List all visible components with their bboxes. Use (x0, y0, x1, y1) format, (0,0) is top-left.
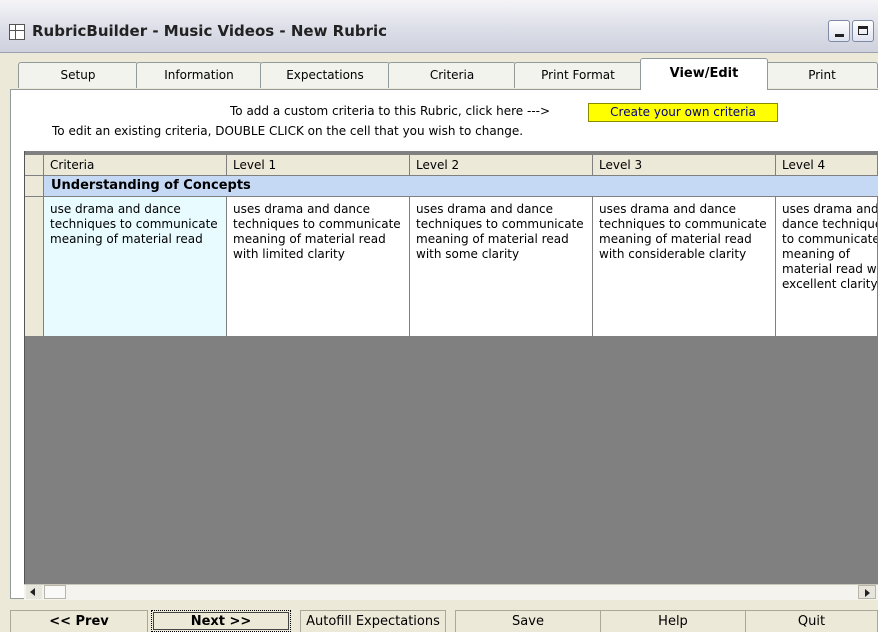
scroll-left-button[interactable] (26, 585, 42, 599)
arrow-right-icon (865, 589, 870, 597)
scroll-right-button[interactable] (858, 585, 876, 599)
column-header-level-2[interactable]: Level 2 (410, 155, 593, 176)
level-1-cell[interactable]: uses drama and dance techniques to commu… (227, 197, 410, 337)
save-button[interactable]: Save (455, 610, 601, 632)
prev-button[interactable]: << Prev (10, 610, 148, 632)
level-4-cell-text: uses drama and dance techniques to commu… (782, 202, 878, 291)
autofill-expectations-button[interactable]: Autofill Expectations (300, 610, 446, 632)
tab-information[interactable]: Information (136, 62, 262, 88)
row-header (25, 176, 44, 196)
minimize-icon (835, 34, 844, 37)
tab-print-format[interactable]: Print Format (514, 62, 642, 88)
window-title: RubricBuilder - Music Videos - New Rubri… (32, 22, 388, 40)
quit-button[interactable]: Quit (745, 610, 878, 632)
grid-corner (25, 155, 44, 176)
instruction-edit-criteria: To edit an existing criteria, DOUBLE CLI… (52, 124, 524, 138)
maximize-button[interactable] (852, 20, 874, 42)
section-label: Understanding of Concepts (51, 178, 251, 193)
maximize-icon (858, 26, 868, 35)
column-header-level-3[interactable]: Level 3 (593, 155, 776, 176)
column-header-level-4[interactable]: Level 4 (776, 155, 878, 176)
tab-expectations[interactable]: Expectations (260, 62, 390, 88)
minimize-button[interactable] (828, 20, 850, 42)
create-criteria-button[interactable]: Create your own criteria (588, 103, 778, 122)
scroll-thumb[interactable] (44, 585, 66, 599)
next-button[interactable]: Next >> (151, 610, 291, 632)
level-4-cell[interactable]: uses drama and dance techniques to commu… (776, 197, 878, 337)
level-3-cell[interactable]: uses drama and dance techniques to commu… (593, 197, 776, 337)
app-grid-icon (9, 24, 25, 40)
column-header-level-1[interactable]: Level 1 (227, 155, 410, 176)
level-2-cell[interactable]: uses drama and dance techniques to commu… (410, 197, 593, 337)
tab-criteria[interactable]: Criteria (388, 62, 516, 88)
criteria-cell[interactable]: use drama and dance techniques to commun… (44, 197, 227, 337)
column-header-criteria[interactable]: Criteria (44, 155, 227, 176)
horizontal-scrollbar[interactable] (24, 584, 878, 600)
instruction-add-criteria: To add a custom criteria to this Rubric,… (230, 104, 551, 118)
help-button[interactable]: Help (600, 610, 746, 632)
row-header[interactable] (25, 197, 44, 337)
tab-view-edit[interactable]: View/Edit (640, 58, 768, 90)
arrow-left-icon (30, 588, 35, 596)
tab-print[interactable]: Print (766, 62, 878, 88)
tab-setup[interactable]: Setup (18, 62, 138, 88)
